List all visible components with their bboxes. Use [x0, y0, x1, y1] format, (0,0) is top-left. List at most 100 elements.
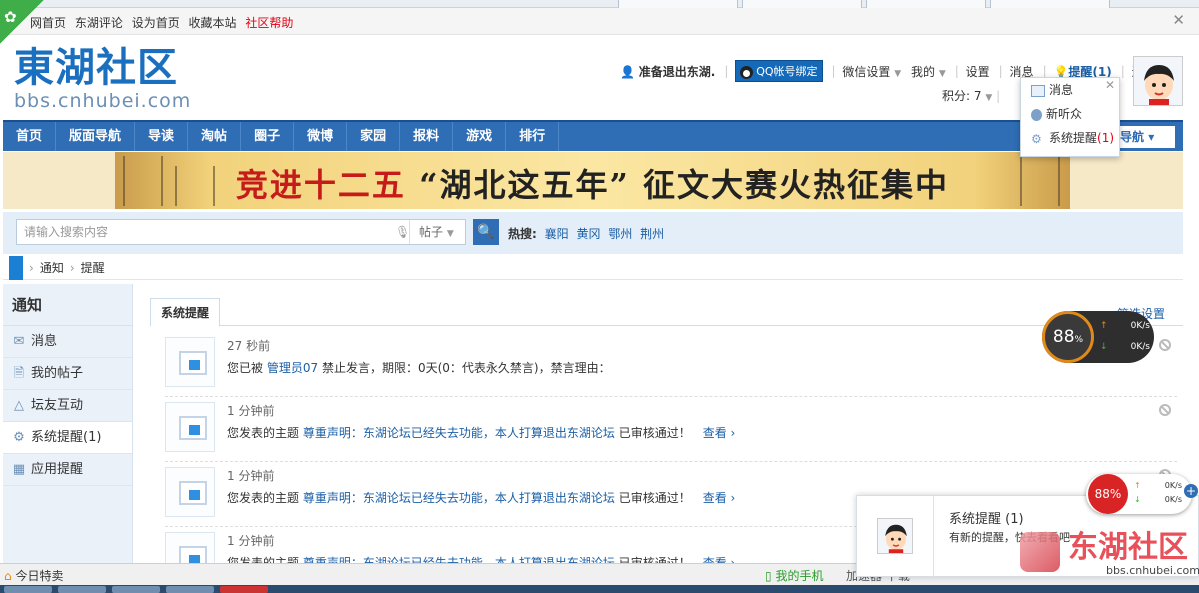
nav-item-taotie[interactable]: 淘帖 [188, 122, 242, 151]
dropdown-item-new-listeners[interactable]: 新听众 [1021, 102, 1119, 126]
user-icon: 👤 [620, 64, 635, 79]
speed-percent-value: 88 [1052, 327, 1075, 347]
points-menu[interactable]: 积分: 7 ▼ | [942, 87, 1000, 104]
browser-tab[interactable] [742, 0, 862, 8]
nav-item-ranking[interactable]: 排行 [506, 122, 560, 151]
sidebar-item-interaction[interactable]: △ 坛友互动 [3, 390, 132, 422]
link-help[interactable]: 社区帮助 [245, 16, 293, 30]
hot-search-item[interactable]: 黄冈 [576, 227, 600, 241]
link-set-home[interactable]: 设为首页 [132, 16, 180, 30]
notice-item: 1 分钟前 您发表的主题 尊重声明：东湖论坛已经失去功能，本人打算退出东湖论坛 … [165, 400, 1177, 462]
dropdown-item-label: 消息 [1049, 83, 1074, 97]
watermark: 东湖社区 bbs.cnhubei.com [1020, 532, 1199, 577]
notice-time: 27 秒前 [227, 339, 271, 353]
site-logo[interactable]: 東湖社区 bbs.cnhubei.com [14, 44, 191, 112]
qq-bind-button[interactable]: QQ帐号绑定 [735, 60, 823, 82]
network-speed-widget[interactable]: 88% ↑ 0K/s ↓ 0K/s [1042, 311, 1154, 363]
envelope-icon [1031, 84, 1045, 97]
nav-item-home[interactable]: 首页 [3, 122, 57, 151]
taskbar-button[interactable] [112, 586, 160, 593]
search-type-select[interactable]: 帖子 ▼ [409, 220, 467, 244]
settings-link[interactable]: 设置 [966, 63, 990, 80]
browser-tab[interactable] [990, 0, 1110, 8]
search-icon: 🔍 [477, 224, 495, 240]
plus-icon[interactable]: + [1184, 484, 1198, 498]
notice-time: 1 分钟前 [227, 534, 275, 548]
banner-text-3: 征文大赛火热征集中 [643, 166, 950, 204]
sidebar-item-messages[interactable]: ✉ 消息 [3, 326, 132, 358]
taskbar-button[interactable] [4, 586, 52, 593]
home-icon[interactable] [9, 256, 23, 280]
upload-speed: 0K/s [1130, 321, 1150, 331]
corner-app-logo[interactable]: ✿ [0, 0, 44, 44]
notice-text-post: 已审核通过！ [618, 491, 691, 505]
sidebar-title: 通知 [3, 284, 132, 326]
hot-search-item[interactable]: 鄂州 [608, 227, 632, 241]
dropdown-item-system-remind[interactable]: ⚙ 系统提醒(1) [1021, 126, 1119, 150]
link-bookmark[interactable]: 收藏本站 [189, 16, 237, 30]
avatar[interactable] [1133, 56, 1183, 106]
my-phone-link[interactable]: ▯ 我的手机 [765, 567, 823, 584]
link-comment[interactable]: 东湖评论 [75, 16, 123, 30]
sidebar-item-my-posts[interactable]: 🗎 我的帖子 [3, 358, 132, 390]
gift-icon: ⌂ [4, 569, 12, 583]
remind-dropdown: ✕ 消息 新听众 ⚙ 系统提醒(1) [1020, 77, 1120, 157]
nav-item-weibo[interactable]: 微博 [294, 122, 348, 151]
nav-item-guide[interactable]: 导读 [135, 122, 189, 151]
block-icon[interactable] [1159, 404, 1171, 416]
banner-text: 竞进十二五 “湖北这五年” 征文大赛火热征集中 [115, 160, 1070, 206]
nav-item-home-space[interactable]: 家园 [347, 122, 401, 151]
download-speed: 0K/s [1164, 495, 1182, 504]
notice-app-icon [165, 337, 215, 387]
interaction-icon: △ [14, 398, 24, 413]
arrow-up-icon: ↑ [1134, 481, 1141, 490]
nav-item-report[interactable]: 报料 [400, 122, 454, 151]
view-link[interactable]: 查看 › [703, 491, 736, 505]
banner[interactable]: 竞进十二五 “湖北这五年” 征文大赛火热征集中 [3, 152, 1183, 209]
close-icon[interactable]: ✕ [1105, 78, 1115, 92]
sidebar-item-system-remind[interactable]: ⚙ 系统提醒(1) [3, 422, 132, 454]
sidebar-item-app-remind[interactable]: ▦ 应用提醒 [3, 454, 132, 486]
search-button[interactable]: 🔍 [473, 219, 499, 245]
sidebar-item-label: 消息 [31, 334, 58, 349]
tab-system-remind[interactable]: 系统提醒 [150, 298, 221, 327]
sidebar-item-label: 系统提醒(1) [31, 430, 102, 445]
daily-deals-link[interactable]: ⌂ 今日特卖 [4, 567, 63, 584]
block-icon[interactable] [1159, 339, 1171, 351]
browser-tab[interactable] [618, 0, 738, 8]
browser-tab[interactable] [866, 0, 986, 8]
user-icon [1031, 108, 1042, 121]
phone-icon: ▯ [765, 569, 772, 583]
taskbar-button[interactable] [166, 586, 214, 593]
wechat-settings-link[interactable]: 微信设置 ▼ [842, 63, 901, 80]
arrow-down-icon: ↓ [1100, 342, 1108, 352]
network-speed-widget[interactable]: 88% ↑ 0K/s ↓ 0K/s + [1086, 474, 1198, 514]
nav-dropdown-label: 导航 [1120, 130, 1145, 144]
nav-item-forums[interactable]: 版面导航 [56, 122, 136, 151]
hot-search-item[interactable]: 襄阳 [545, 227, 569, 241]
notice-user-link[interactable]: 管理员07 [267, 361, 318, 375]
search-area: 🎙 帖子 ▼ 🔍 热搜: 襄阳 黄冈 鄂州 荆州 [3, 212, 1183, 254]
microphone-icon[interactable]: 🎙 [395, 225, 410, 239]
hot-search-item[interactable]: 荆州 [640, 227, 664, 241]
close-icon[interactable]: ✕ [1172, 11, 1185, 29]
view-link[interactable]: 查看 › [703, 426, 736, 440]
download-speed: 0K/s [1130, 342, 1150, 352]
nav-item-circle[interactable]: 圈子 [241, 122, 295, 151]
arrow-down-icon: ↓ [1134, 495, 1141, 504]
breadcrumb: › 通知 › 提醒 [3, 256, 1183, 280]
gear-icon: ⚙ [13, 430, 25, 445]
notice-app-icon [165, 467, 215, 517]
mine-menu[interactable]: 我的 ▼ [911, 63, 946, 80]
notice-thread-link[interactable]: 尊重声明：东湖论坛已经失去功能，本人打算退出东湖论坛 [303, 491, 615, 505]
exit-notice[interactable]: 👤 准备退出东湖. [620, 63, 715, 80]
notice-text-pre: 您发表的主题 [227, 491, 300, 505]
notice-thread-link[interactable]: 尊重声明：东湖论坛已经失去功能，本人打算退出东湖论坛 [303, 426, 615, 440]
arrow-up-icon: ↑ [1100, 321, 1108, 331]
breadcrumb-item[interactable]: 通知 [40, 261, 64, 275]
nav-item-games[interactable]: 游戏 [453, 122, 507, 151]
taskbar-button[interactable] [220, 586, 268, 593]
search-input[interactable] [17, 220, 397, 244]
taskbar-button[interactable] [58, 586, 106, 593]
tab-bar: 系统提醒 [150, 298, 1183, 327]
